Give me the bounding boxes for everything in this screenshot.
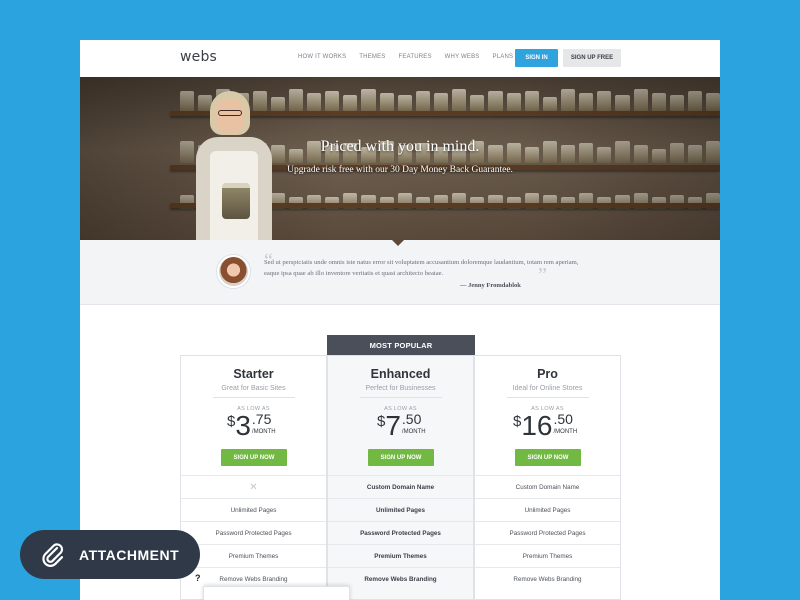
price-currency: $ <box>377 413 386 430</box>
price-cents: .50 <box>553 411 573 427</box>
price-cents: .75 <box>251 411 272 427</box>
plan-description: Great for Basic Sites <box>221 385 286 392</box>
close-quote-icon: ” <box>538 264 547 286</box>
feature-list: ✕ Unlimited Pages Password Protected Pag… <box>181 475 326 590</box>
nav-how-it-works[interactable]: HOW IT WORKS <box>298 54 346 60</box>
top-navigation-bar: webs HOW IT WORKS THEMES FEATURES WHY WE… <box>80 40 720 77</box>
feature-item: Premium Themes <box>181 544 326 567</box>
plan-name: Enhanced <box>370 367 431 381</box>
help-question-icon[interactable]: ? <box>195 573 201 583</box>
price-whole: 16 <box>521 410 553 441</box>
price-cents: .50 <box>401 411 422 427</box>
plan-price: $ 7 .50 /MONTH <box>377 411 426 441</box>
hero-banner: Priced with you in mind. Upgrade risk fr… <box>80 77 720 240</box>
feature-item: Unlimited Pages <box>181 498 326 521</box>
avatar <box>217 255 250 288</box>
price-currency: $ <box>513 413 522 430</box>
attachment-badge[interactable]: ATTACHMENT <box>20 530 200 579</box>
testimonial-quote: Sed ut perspiciatis unde omnis iste natu… <box>264 259 579 277</box>
feature-item: Custom Domain Name <box>328 475 473 498</box>
sign-up-now-button[interactable]: SIGN UP NOW <box>368 449 434 466</box>
pricing-table: MOST POPULAR Starter Great for Basic Sit… <box>180 335 622 600</box>
hero-overlay <box>80 77 720 240</box>
sign-up-now-button[interactable]: SIGN UP NOW <box>221 449 287 466</box>
feature-item: Premium Themes <box>328 544 473 567</box>
plan-description: Perfect for Businesses <box>365 385 436 392</box>
plan-starter: Starter Great for Basic Sites AS LOW AS … <box>180 355 327 600</box>
nav-why-webs[interactable]: WHY WEBS <box>445 54 480 60</box>
hero-pointer <box>392 240 404 246</box>
feature-list: Custom Domain Name Unlimited Pages Passw… <box>328 475 473 590</box>
attachment-label: ATTACHMENT <box>79 547 180 563</box>
plan-description: Ideal for Online Stores <box>512 385 583 392</box>
hero-title: Priced with you in mind. <box>320 138 480 155</box>
price-whole: 7 <box>385 410 401 441</box>
nav-features[interactable]: FEATURES <box>399 54 432 60</box>
nav-plans[interactable]: PLANS <box>493 54 514 60</box>
price-period: /MONTH <box>401 429 426 435</box>
feature-item: Remove Webs Branding <box>475 567 620 590</box>
sign-in-button[interactable]: SIGN IN <box>515 49 558 67</box>
nav-themes[interactable]: THEMES <box>359 54 385 60</box>
webs-page-frame: webs HOW IT WORKS THEMES FEATURES WHY WE… <box>80 40 720 600</box>
feature-custom-domain-unavailable: ✕ <box>181 475 326 498</box>
testimonial-section: “ Sed ut perspiciatis unde omnis iste na… <box>80 240 720 305</box>
feature-item: Password Protected Pages <box>181 521 326 544</box>
price-currency: $ <box>227 413 236 430</box>
plan-price: $ 16 .50 /MONTH <box>513 411 577 441</box>
sign-up-free-button[interactable]: SIGN UP FREE <box>563 49 621 67</box>
feature-list: Custom Domain Name Unlimited Pages Passw… <box>475 475 620 590</box>
x-icon: ✕ <box>249 481 258 493</box>
testimonial-author: — Jenny Fromdablok <box>460 282 521 289</box>
feature-item: Custom Domain Name <box>475 475 620 498</box>
hero-subtitle: Upgrade risk free with our 30 Day Money … <box>287 165 513 175</box>
plan-pro: Pro Ideal for Online Stores AS LOW AS $ … <box>474 355 621 600</box>
feature-item: Password Protected Pages <box>475 521 620 544</box>
most-popular-badge: MOST POPULAR <box>327 335 475 360</box>
price-period: /MONTH <box>553 429 578 435</box>
feature-item: Premium Themes <box>475 544 620 567</box>
plan-name: Pro <box>537 367 558 381</box>
sign-up-now-button[interactable]: SIGN UP NOW <box>515 449 581 466</box>
plan-name: Starter <box>233 367 274 381</box>
plan-enhanced: Enhanced Perfect for Businesses AS LOW A… <box>327 355 474 600</box>
feature-item: Unlimited Pages <box>475 498 620 521</box>
price-period: /MONTH <box>251 429 276 435</box>
main-nav: HOW IT WORKS THEMES FEATURES WHY WEBS PL… <box>298 54 526 60</box>
tooltip-popup <box>203 586 350 600</box>
paperclip-icon <box>42 543 64 567</box>
feature-item: Password Protected Pages <box>328 521 473 544</box>
price-whole: 3 <box>235 410 251 441</box>
webs-logo[interactable]: webs <box>180 49 217 65</box>
feature-item: Unlimited Pages <box>328 498 473 521</box>
plan-price: $ 3 .75 /MONTH <box>227 411 276 441</box>
